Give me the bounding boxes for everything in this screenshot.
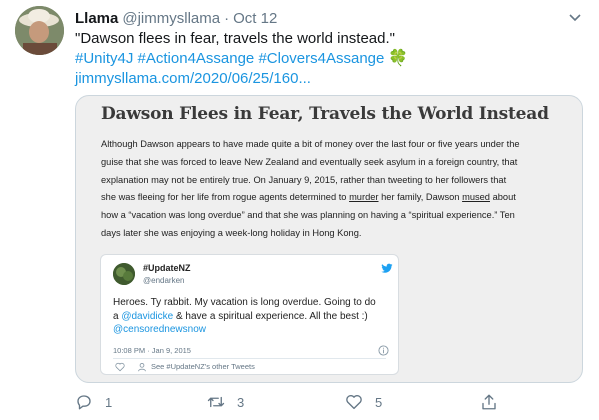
hashtag-unity4j[interactable]: #Unity4J [75, 50, 133, 67]
tweet-text: "Dawson flees in fear, travels the world… [75, 29, 585, 89]
chevron-down-icon[interactable] [567, 9, 583, 25]
author-handle[interactable]: @jimmysllama [122, 10, 220, 27]
mention-censorednewsnow: @censorednewsnow [113, 324, 206, 335]
heart-icon [115, 362, 125, 372]
article-line: explanation may not be entirely true. On… [101, 174, 507, 185]
hashtag-action4assange[interactable]: #Action4Assange [138, 50, 255, 67]
article-line: guise that she was forced to leave New Z… [101, 156, 518, 167]
tweet-header: Llama @jimmysllama · Oct 12 [75, 10, 277, 28]
reply-icon [77, 395, 91, 410]
like-button[interactable]: 5 [345, 392, 382, 412]
article-text: she was fleeing for her life from rogue … [101, 192, 347, 203]
separator: · [224, 10, 230, 27]
twitter-bird-icon [381, 263, 393, 273]
like-icon [346, 395, 362, 410]
article-line: she was fleeing for her life from rogue … [101, 189, 571, 207]
hashtag-line: #Unity4J #Action4Assange #Clovers4Assang… [75, 49, 585, 69]
clover-icon: 🍀 [388, 50, 409, 67]
avatar[interactable] [15, 6, 64, 55]
embed-text-line: a @davidicke & have a spiritual experien… [113, 310, 393, 324]
mention-davidicke: @davidicke [121, 310, 174, 322]
article-link-murder: murder [349, 192, 379, 203]
embed-author-name: #UpdateNZ [143, 263, 191, 273]
embed-author-handle: @endarken [143, 276, 185, 285]
info-icon [378, 345, 389, 356]
article-line: how a “vacation was long overdue” and th… [101, 210, 515, 221]
embed-text: Heroes. Ty rabbit. My vacation is long o… [113, 296, 393, 337]
hashtag-clovers4assange[interactable]: #Clovers4Assange [258, 50, 384, 67]
image-card[interactable]: Dawson Flees in Fear, Travels the World … [75, 95, 583, 383]
retweet-icon [207, 396, 225, 408]
author-name[interactable]: Llama [75, 10, 118, 27]
action-bar: 1 3 5 [75, 392, 595, 412]
article-link-mused: mused [462, 192, 490, 203]
reply-button[interactable]: 1 [75, 392, 112, 412]
retweet-count: 3 [237, 394, 245, 410]
embed-timestamp: 10:08 PM · Jan 9, 2015 [113, 346, 191, 355]
person-icon [138, 363, 146, 372]
article-title: Dawson Flees in Fear, Travels the World … [101, 104, 549, 124]
tweet-link[interactable]: jimmysllama.com/2020/06/25/160... [75, 69, 585, 89]
embed-avatar [113, 263, 135, 285]
like-count: 5 [375, 394, 383, 410]
retweet-button[interactable]: 3 [207, 392, 244, 412]
embed-other-tweets: See #UpdateNZ's other Tweets [151, 362, 255, 371]
embed-text-fragment: & have a spiritual experience. All the b… [173, 310, 368, 322]
embedded-tweet: #UpdateNZ @endarken Heroes. Ty rabbit. M… [100, 254, 399, 375]
tweet[interactable]: Llama @jimmysllama · Oct 12 "Dawson flees i… [0, 0, 599, 420]
embed-text-line: Heroes. Ty rabbit. My vacation is long o… [113, 297, 376, 308]
article-line: days later she was enjoying a week-long … [101, 227, 362, 238]
article-paragraph: Although Dawson appears to have made qui… [101, 136, 571, 243]
embed-divider [113, 358, 386, 359]
tweet-date[interactable]: Oct 12 [233, 10, 277, 27]
article-line: Although Dawson appears to have made qui… [101, 139, 520, 149]
share-icon [482, 394, 496, 410]
share-button[interactable] [480, 392, 498, 412]
article-text: her family, Dawson [381, 192, 460, 203]
reply-count: 1 [105, 394, 113, 410]
tweet-quote: "Dawson flees in fear, travels the world… [75, 30, 395, 47]
article-text: about [492, 192, 516, 203]
